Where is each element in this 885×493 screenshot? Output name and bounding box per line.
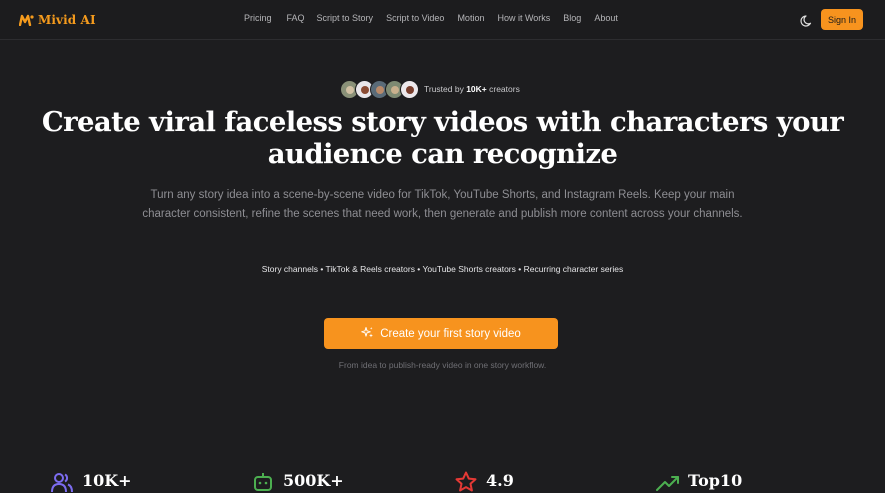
- hero-title-line-1: Create viral faceless story videos with …: [41, 106, 844, 138]
- nav-link-script-to-story[interactable]: Script to Story: [317, 13, 374, 23]
- stat-ranking: Top10: [656, 470, 742, 493]
- logo-icon: [19, 14, 34, 26]
- create-story-video-button[interactable]: Create your first story video: [324, 318, 558, 349]
- audience-list: Story channels • TikTok & Reels creators…: [261, 264, 624, 274]
- trust-count: 10K+: [466, 84, 487, 94]
- trust-prefix: Trusted by: [424, 84, 467, 94]
- stat-value: 500K+: [283, 471, 344, 490]
- trust-badge: Trusted by 10K+ creators: [340, 79, 520, 99]
- nav-link-blog[interactable]: Blog: [563, 13, 581, 23]
- nav-link-how-it-works[interactable]: How it Works: [497, 13, 550, 23]
- cta-label: Create your first story video: [380, 327, 521, 340]
- brand-logo[interactable]: Mivid AI: [19, 11, 96, 29]
- trending-up-icon: [656, 470, 680, 493]
- hero-title-line-2: audience can recognize: [267, 138, 618, 170]
- stat-value: 4.9: [486, 471, 514, 490]
- stat-value: 10K+: [82, 471, 132, 490]
- nav-link-pricing[interactable]: Pricing: [244, 13, 272, 23]
- hero-title: Create viral faceless story videos with …: [0, 106, 885, 170]
- sign-in-button[interactable]: Sign In: [821, 9, 863, 30]
- main-nav: Pricing FAQ Script to Story Script to Vi…: [244, 13, 618, 23]
- star-icon: [454, 470, 478, 493]
- stat-rating: 4.9: [454, 470, 514, 493]
- users-icon: [50, 470, 74, 493]
- nav-link-motion[interactable]: Motion: [457, 13, 484, 23]
- avatar: [400, 79, 419, 99]
- robot-icon: [251, 470, 275, 493]
- stat-value: Top10: [688, 471, 743, 490]
- nav-link-faq[interactable]: FAQ: [287, 13, 305, 23]
- trust-suffix: creators: [486, 84, 520, 94]
- hero-subtitle-line-1: Turn any story idea into a scene-by-scen…: [150, 189, 735, 201]
- cta-note: From idea to publish-ready video in one …: [338, 360, 547, 370]
- moon-icon[interactable]: [800, 13, 814, 27]
- sparkles-icon: [361, 326, 374, 342]
- creator-avatars: [340, 79, 419, 99]
- hero-subtitle: Turn any story idea into a scene-by-scen…: [100, 186, 785, 224]
- nav-link-script-to-video[interactable]: Script to Video: [386, 13, 444, 23]
- stat-creators: 10K+: [50, 470, 132, 493]
- trust-text: Trusted by 10K+ creators: [424, 84, 520, 94]
- stat-videos: 500K+: [251, 470, 344, 493]
- brand-name: Mivid AI: [38, 13, 96, 27]
- hero-subtitle-line-2: character consistent, refine the scenes …: [142, 208, 743, 220]
- top-navbar: Mivid AI Pricing FAQ Script to Story Scr…: [0, 0, 885, 40]
- nav-link-about[interactable]: About: [594, 13, 618, 23]
